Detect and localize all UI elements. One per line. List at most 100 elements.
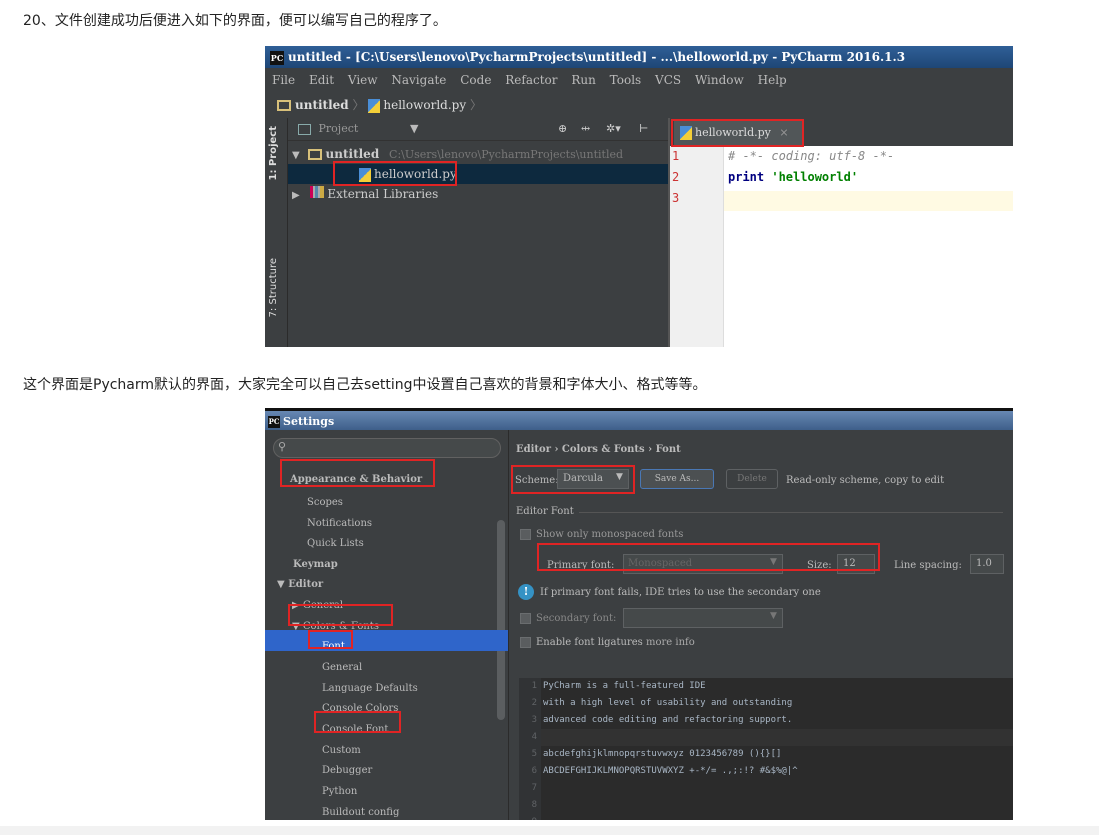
sidebar-item-scopes[interactable]: Scopes xyxy=(307,497,343,508)
sidebar-selection-highlight xyxy=(265,630,508,651)
menu-edit[interactable]: Edit xyxy=(309,73,334,87)
menu-refactor[interactable]: Refactor xyxy=(505,73,557,87)
python-file-icon xyxy=(368,98,381,113)
preview-line-number: 8 xyxy=(531,800,537,810)
sidebar-item-keymap[interactable]: Keymap xyxy=(293,559,338,570)
menu-file[interactable]: File xyxy=(272,73,295,87)
breadcrumb-file[interactable]: helloworld.py xyxy=(383,98,466,112)
project-panel-title[interactable]: Project xyxy=(319,122,359,135)
sidebar-item-notifications[interactable]: Notifications xyxy=(307,518,372,529)
breadcrumb-separator-icon: 〉 xyxy=(352,98,365,112)
project-view-icon xyxy=(298,123,311,135)
primary-font-value: Monospaced xyxy=(628,558,693,569)
secondary-font-select[interactable]: ▼ xyxy=(623,608,783,628)
sidebar-item-general-2[interactable]: General xyxy=(322,662,362,673)
preview-line-number: 1 xyxy=(531,681,537,691)
menu-view[interactable]: View xyxy=(348,73,378,87)
primary-font-select[interactable]: Monospaced ▼ xyxy=(623,554,783,574)
sidebar-item-debugger[interactable]: Debugger xyxy=(322,765,372,776)
ligatures-text: Enable font ligatures xyxy=(536,637,643,648)
sidebar-item-general[interactable]: ▶ General xyxy=(292,600,343,611)
line-spacing-value: 1.0 xyxy=(976,558,992,569)
preview-line: 5 abcdefghijklmnopqrstuvwxyz 0123456789 (… xyxy=(519,746,1013,763)
left-tool-strip: 1: Project 7: Structure xyxy=(265,118,288,347)
preview-line-text: PyCharm is a full-featured IDE xyxy=(543,681,706,691)
delete-button[interactable]: Delete xyxy=(726,469,778,489)
menu-run[interactable]: Run xyxy=(571,73,596,87)
sidebar-item-buildout[interactable]: Buildout config xyxy=(322,807,399,818)
preview-line: 6 ABCDEFGHIJKLMNOPQRSTUVWXYZ +-*/= .,;:!?… xyxy=(519,763,1013,780)
menu-help[interactable]: Help xyxy=(758,73,787,87)
preview-line-number: 4 xyxy=(531,732,537,742)
settings-sidebar: ⚲ Appearance & Behavior Scopes Notificat… xyxy=(265,430,509,820)
expand-arrow-icon[interactable]: ▼ xyxy=(292,150,300,161)
menu-vcs[interactable]: VCS xyxy=(655,73,681,87)
ligatures-checkbox[interactable] xyxy=(520,637,531,648)
menu-navigate[interactable]: Navigate xyxy=(391,73,446,87)
close-icon[interactable]: × xyxy=(779,126,788,139)
window-titlebar: PC untitled - [C:\Users\lenovo\PycharmPro… xyxy=(265,46,1013,68)
settings-title: Settings xyxy=(283,415,335,428)
expand-arrow-icon[interactable]: ▼ xyxy=(277,579,285,590)
code-string: 'helloworld' xyxy=(771,170,859,184)
code-editor[interactable]: helloworld.py × 1 2 3 # -*- coding: utf-… xyxy=(668,118,1013,347)
preview-line-text: abcdefghijklmnopqrstuvwxyz 0123456789 ()… xyxy=(543,749,782,759)
preview-line-text: advanced code editing and refactoring su… xyxy=(543,715,793,725)
hide-panel-icon[interactable]: ⊢ xyxy=(639,118,648,140)
sidebar-item-console-colors[interactable]: Console Colors xyxy=(322,703,398,714)
tree-libs-label: External Libraries xyxy=(327,187,439,201)
breadcrumb-project[interactable]: untitled xyxy=(295,98,349,112)
dropdown-arrow-icon[interactable]: ▼ xyxy=(410,118,418,140)
line-number: 3 xyxy=(672,191,680,205)
settings-content: Editor › Colors & Fonts › Font Scheme: D… xyxy=(509,430,1013,820)
dropdown-arrow-icon[interactable]: ▼ xyxy=(770,611,777,621)
dropdown-arrow-icon[interactable]: ▼ xyxy=(770,557,777,567)
preview-line: 7 xyxy=(519,780,1013,797)
tree-row-project-root[interactable]: ▼ untitled C:\Users\lenovo\PycharmProjec… xyxy=(292,144,623,164)
more-info-link[interactable]: more info xyxy=(646,637,695,648)
editor-tab-helloworld[interactable]: helloworld.py × xyxy=(674,121,802,145)
sidebar-item-python[interactable]: Python xyxy=(322,786,357,797)
sidebar-editor-label: Editor xyxy=(288,579,324,590)
sidebar-item-editor[interactable]: ▼ Editor xyxy=(277,579,323,590)
sidebar-item-custom[interactable]: Custom xyxy=(322,745,361,756)
line-spacing-input[interactable]: 1.0 xyxy=(970,554,1004,574)
tree-row-helloworld[interactable]: helloworld.py xyxy=(288,164,668,184)
pycharm-logo-icon: PC xyxy=(268,416,280,428)
sidebar-item-quick-lists[interactable]: Quick Lists xyxy=(307,538,364,549)
scheme-select[interactable]: Darcula ▼ xyxy=(557,469,629,489)
preview-line-number: 6 xyxy=(531,766,537,776)
menu-window[interactable]: Window xyxy=(695,73,744,87)
show-only-mono-checkbox[interactable] xyxy=(520,529,531,540)
sidebar-item-font[interactable]: Font xyxy=(322,641,345,652)
gear-icon[interactable]: ✲▾ xyxy=(606,118,621,140)
menu-tools[interactable]: Tools xyxy=(610,73,642,87)
collapse-icon[interactable]: ⇹ xyxy=(581,118,590,140)
secondary-font-label: Secondary font: xyxy=(536,613,617,624)
menu-code[interactable]: Code xyxy=(460,73,491,87)
python-file-icon xyxy=(680,126,692,140)
tree-row-external-libraries[interactable]: ▶ External Libraries xyxy=(292,184,438,204)
tool-tab-structure[interactable]: 7: Structure xyxy=(268,258,279,317)
font-preview[interactable]: 1 PyCharm is a full-featured IDE 2 with a … xyxy=(519,678,1013,820)
dropdown-arrow-icon[interactable]: ▼ xyxy=(616,472,623,482)
secondary-font-checkbox[interactable] xyxy=(520,613,531,624)
settings-search-input[interactable]: ⚲ xyxy=(273,438,501,458)
sidebar-item-console-font[interactable]: Console Font xyxy=(322,724,388,735)
project-panel-header: Project ▼ ⊕ ⇹ ✲▾ ⊢ xyxy=(288,118,668,141)
preview-line-number: 9 xyxy=(519,814,537,820)
preview-line: 8 xyxy=(519,797,1013,814)
size-input[interactable]: 12 xyxy=(837,554,875,574)
sidebar-item-language-defaults[interactable]: Language Defaults xyxy=(322,683,418,694)
preview-line-number: 7 xyxy=(531,783,537,793)
page-bottom-bar xyxy=(0,826,1099,835)
ligatures-label: Enable font ligatures more info xyxy=(536,637,695,648)
sidebar-item-appearance[interactable]: Appearance & Behavior xyxy=(290,474,422,485)
locate-icon[interactable]: ⊕ xyxy=(558,118,567,140)
sidebar-scrollbar[interactable] xyxy=(497,520,505,720)
save-as-button[interactable]: Save As... xyxy=(640,469,714,489)
tool-tab-project[interactable]: 1: Project xyxy=(268,126,279,181)
paragraph-step-20: 20、文件创建成功后便进入如下的界面，便可以编写自己的程序了。 xyxy=(23,13,447,29)
collapse-arrow-icon[interactable]: ▶ xyxy=(292,600,300,611)
collapse-arrow-icon[interactable]: ▶ xyxy=(292,190,300,201)
